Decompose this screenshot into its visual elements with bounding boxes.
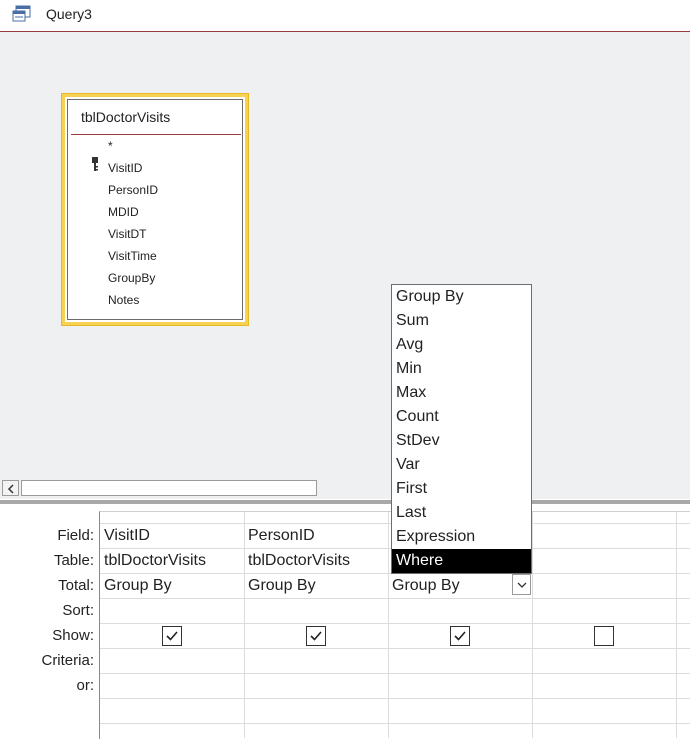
query-design-pane[interactable]: tblDoctorVisits * VisitID PersonID MDID … — [0, 32, 690, 478]
table-field-list[interactable]: tblDoctorVisits * VisitID PersonID MDID … — [61, 93, 249, 326]
scroll-thumb[interactable] — [21, 480, 317, 496]
table-header-divider — [71, 134, 241, 135]
field-item-mdid[interactable]: MDID — [108, 205, 139, 219]
show-checkbox-col4[interactable] — [594, 626, 614, 646]
checkmark-icon — [454, 631, 466, 641]
dropdown-option-stdev[interactable]: StDev — [392, 429, 531, 453]
checkmark-icon — [166, 631, 178, 641]
field-item-visitid[interactable]: VisitID — [108, 161, 142, 175]
row-label-sort: Sort: — [62, 602, 94, 619]
query-title: Query3 — [46, 6, 92, 22]
dropdown-option-max[interactable]: Max — [392, 381, 531, 405]
grid-field-col1[interactable]: VisitID — [104, 527, 150, 545]
dropdown-option-where[interactable]: Where — [392, 549, 531, 573]
show-checkbox-col3[interactable] — [450, 626, 470, 646]
dropdown-option-var[interactable]: Var — [392, 453, 531, 477]
show-checkbox-col2[interactable] — [306, 626, 326, 646]
grid-total-col2[interactable]: Group By — [248, 577, 316, 595]
field-item-visittime[interactable]: VisitTime — [108, 249, 157, 263]
chevron-down-icon — [517, 582, 527, 588]
dropdown-option-first[interactable]: First — [392, 477, 531, 501]
show-checkbox-col1[interactable] — [162, 626, 182, 646]
grid-table-col2[interactable]: tblDoctorVisits — [248, 552, 350, 570]
row-label-criteria: Criteria: — [41, 652, 94, 669]
field-item-all[interactable]: * — [108, 139, 113, 153]
chevron-left-icon — [7, 484, 14, 494]
grid-table-col1[interactable]: tblDoctorVisits — [104, 552, 206, 570]
row-label-total: Total: — [58, 577, 94, 594]
table-name[interactable]: tblDoctorVisits — [81, 109, 170, 125]
dropdown-option-min[interactable]: Min — [392, 357, 531, 381]
scroll-left-button[interactable] — [2, 480, 19, 496]
total-dropdown-button[interactable] — [512, 574, 531, 595]
query-icon — [12, 5, 31, 22]
design-pane-scrollbar[interactable] — [0, 478, 690, 499]
dropdown-option-avg[interactable]: Avg — [392, 333, 531, 357]
row-label-table: Table: — [53, 552, 94, 569]
grid-total-col1[interactable]: Group By — [104, 577, 172, 595]
field-item-groupby[interactable]: GroupBy — [108, 271, 155, 285]
dropdown-option-last[interactable]: Last — [392, 501, 531, 525]
primary-key-icon — [92, 157, 98, 171]
total-dropdown-list[interactable]: Group By Sum Avg Min Max Count StDev Var… — [391, 284, 532, 574]
row-label-field: Field: — [57, 527, 94, 544]
field-item-visitdt[interactable]: VisitDT — [108, 227, 146, 241]
dropdown-option-group-by[interactable]: Group By — [392, 285, 531, 309]
field-item-personid[interactable]: PersonID — [108, 183, 158, 197]
grid-total-col3[interactable]: Group By — [392, 577, 460, 595]
grid-field-col2[interactable]: PersonID — [248, 527, 315, 545]
dropdown-option-sum[interactable]: Sum — [392, 309, 531, 333]
row-label-or: or: — [76, 677, 94, 694]
field-item-notes[interactable]: Notes — [108, 293, 139, 307]
row-label-show: Show: — [52, 627, 94, 644]
checkmark-icon — [310, 631, 322, 641]
dropdown-option-expression[interactable]: Expression — [392, 525, 531, 549]
query-design-grid[interactable]: Field: Table: Total: Sort: Show: Criteri… — [0, 504, 690, 739]
document-tab: Query3 — [0, 0, 690, 32]
dropdown-option-count[interactable]: Count — [392, 405, 531, 429]
